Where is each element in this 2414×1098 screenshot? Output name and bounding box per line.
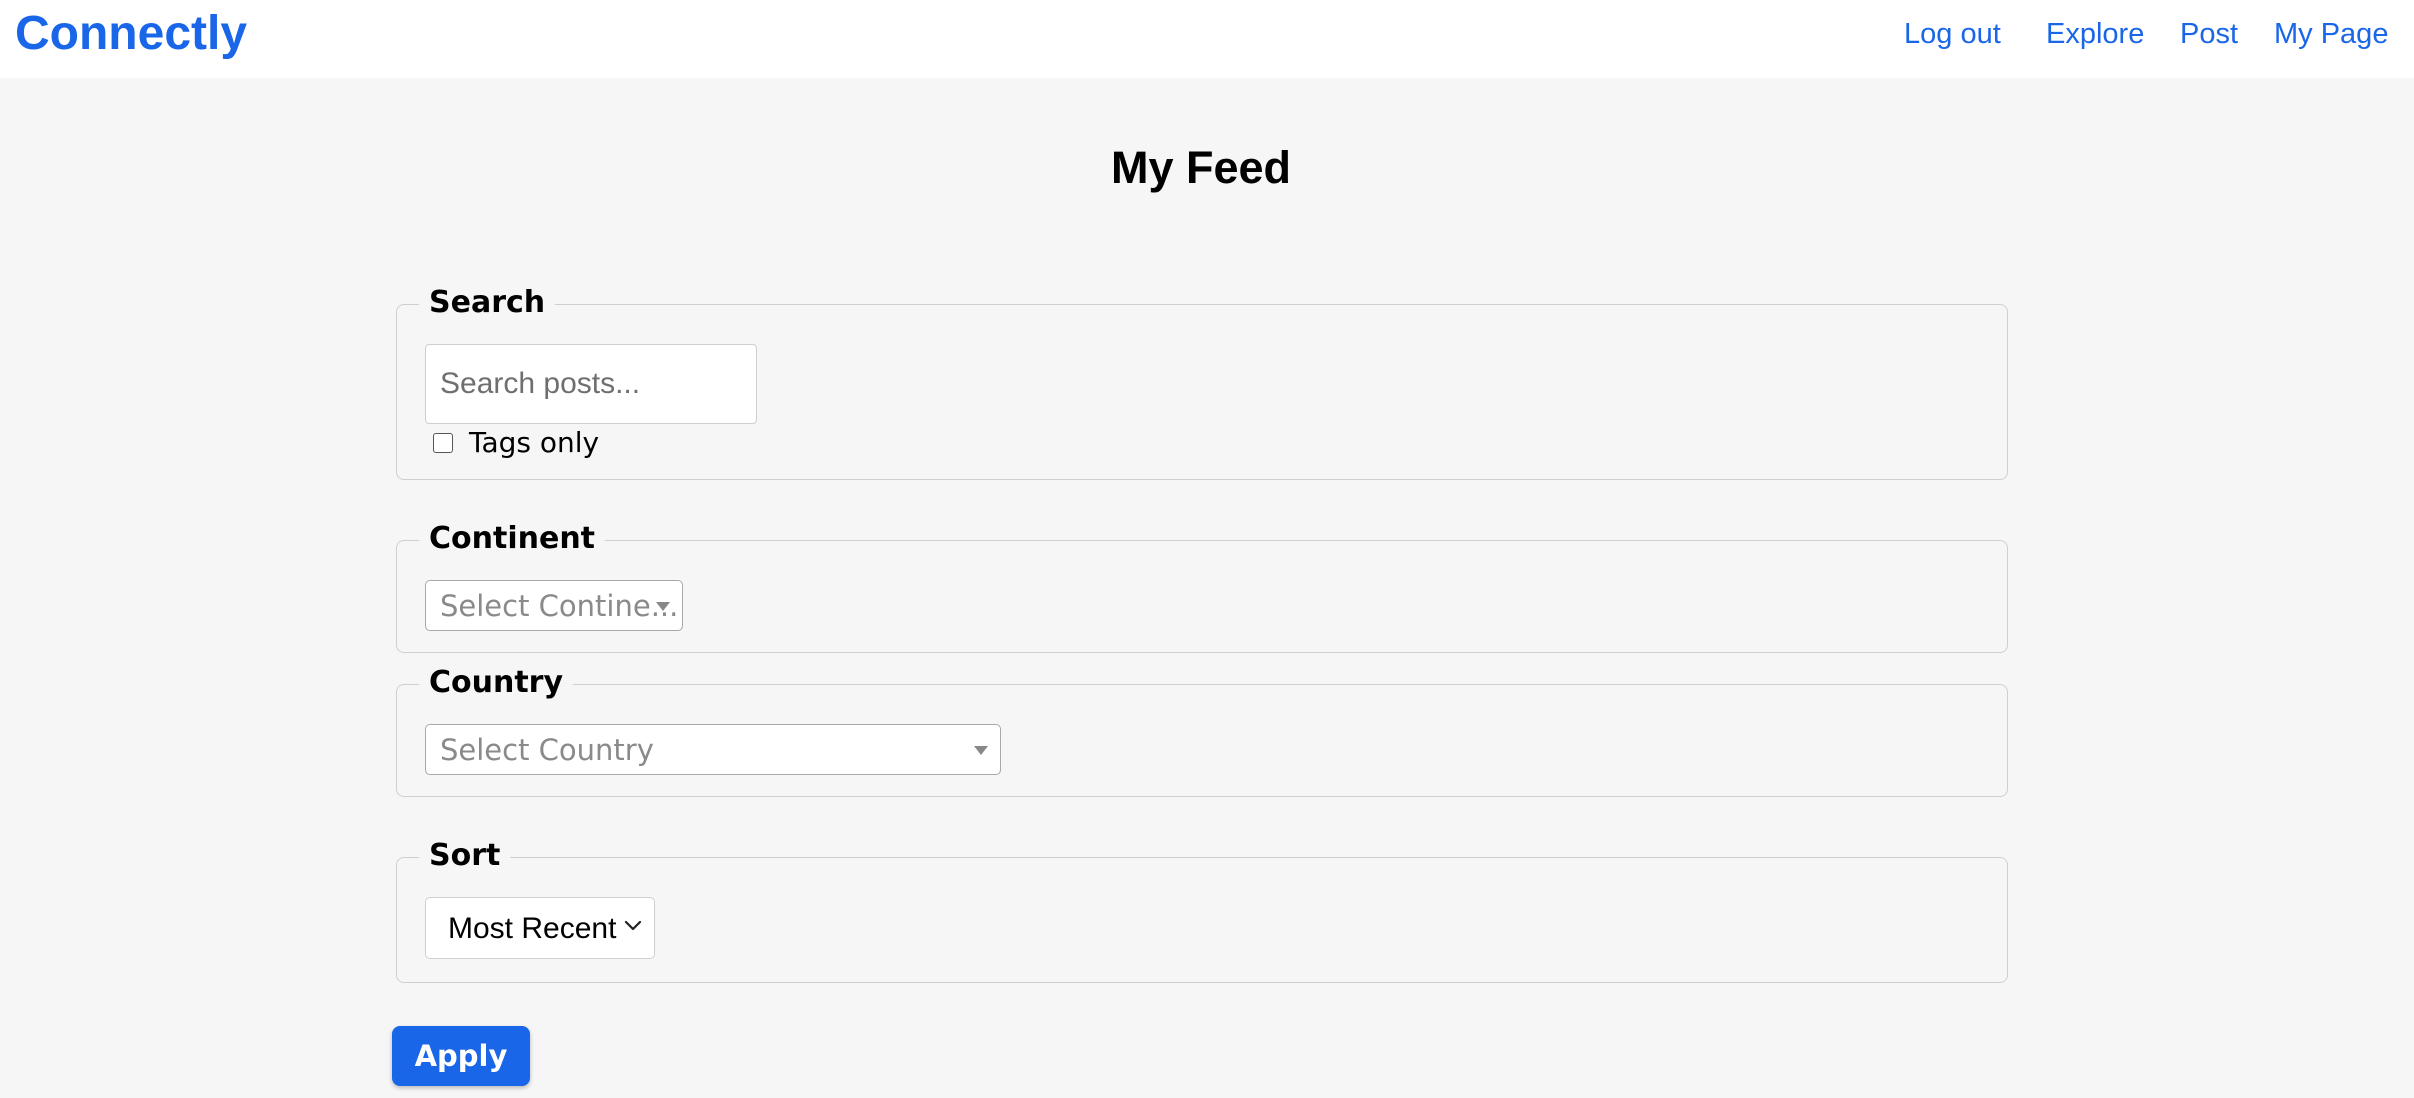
- country-select[interactable]: Select Country: [425, 724, 1001, 775]
- nav-logout-link[interactable]: Log out: [1904, 16, 2001, 52]
- chevron-down-icon: [624, 920, 642, 931]
- nav-post-link[interactable]: Post: [2180, 16, 2238, 52]
- apply-button[interactable]: Apply: [392, 1026, 530, 1086]
- nav-explore-link[interactable]: Explore: [2046, 16, 2144, 52]
- sort-select[interactable]: Most Recent: [425, 897, 655, 959]
- tags-only-label[interactable]: Tags only: [469, 425, 599, 461]
- tags-only-checkbox[interactable]: [433, 433, 453, 453]
- continent-select-placeholder: Select Contine...: [440, 589, 679, 623]
- search-legend: Search: [419, 283, 556, 323]
- nav-my-page-link[interactable]: My Page: [2274, 16, 2388, 52]
- caret-down-icon: [974, 746, 988, 755]
- search-input[interactable]: [425, 344, 757, 424]
- caret-down-icon: [656, 602, 670, 611]
- continent-select[interactable]: Select Contine...: [425, 580, 683, 631]
- country-fieldset: Country Select Country: [396, 663, 2008, 797]
- top-navigation-bar: Connectly Log out Explore Post My Page: [0, 0, 2414, 78]
- page-title: My Feed: [1110, 142, 1292, 193]
- country-legend: Country: [419, 663, 574, 703]
- sort-legend: Sort: [419, 836, 511, 876]
- sort-selected-value: Most Recent: [448, 912, 617, 945]
- continent-legend: Continent: [419, 519, 606, 559]
- search-fieldset: Search Tags only: [396, 283, 2008, 480]
- country-select-placeholder: Select Country: [440, 733, 654, 767]
- continent-fieldset: Continent Select Contine...: [396, 519, 2008, 653]
- sort-fieldset: Sort Most Recent: [396, 836, 2008, 983]
- brand-logo-link[interactable]: Connectly: [15, 6, 247, 62]
